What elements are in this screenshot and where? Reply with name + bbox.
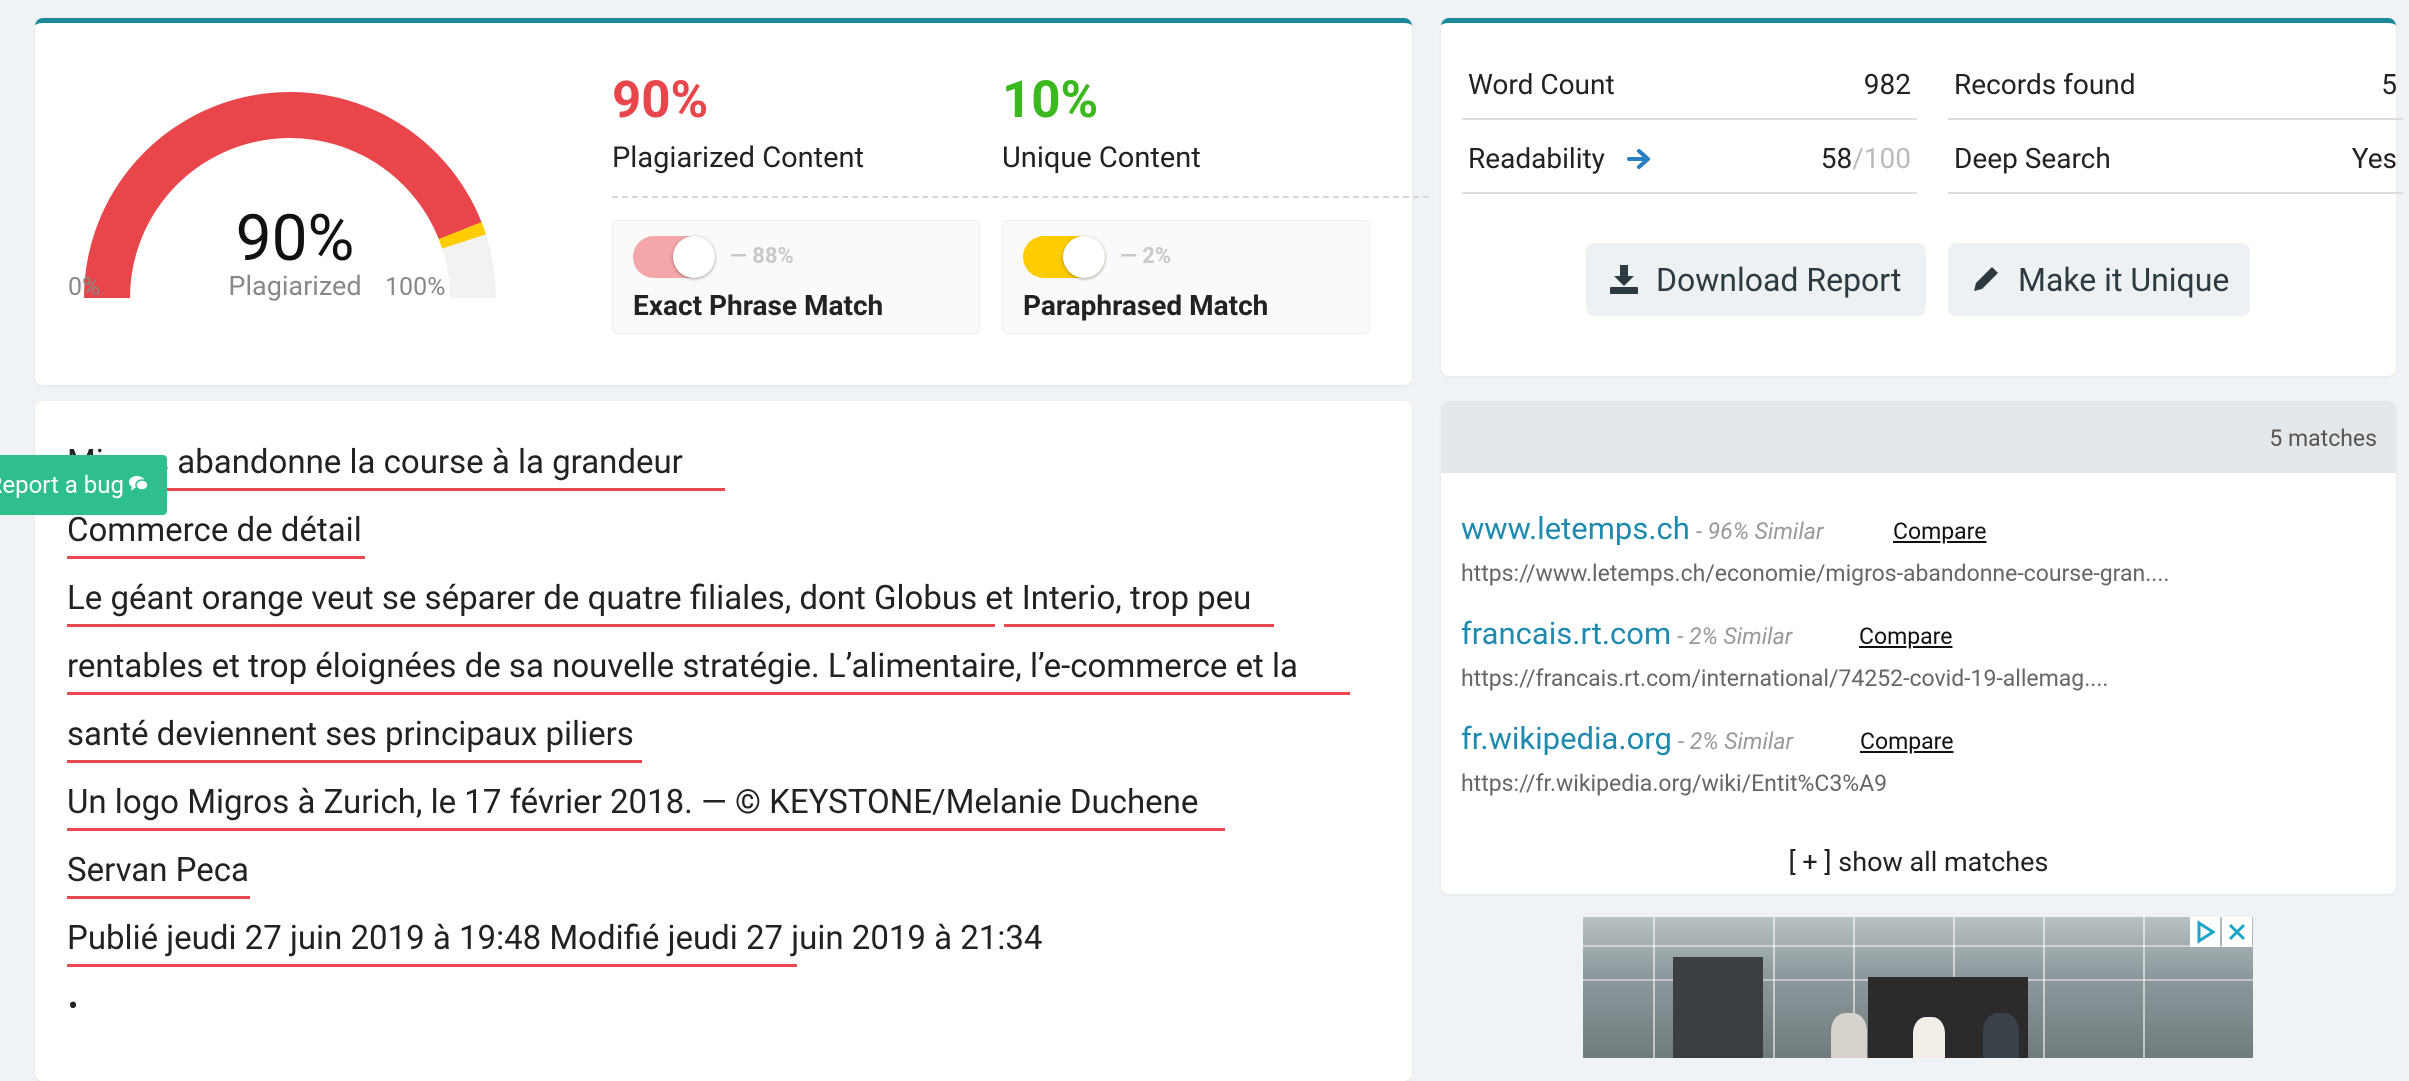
records-found-value: 5 [2381, 68, 2397, 101]
text-line: Publié jeudi 27 juin 2019 à 19:48 Modifi… [67, 919, 1043, 958]
match-underline [67, 692, 1350, 695]
text-line: Un logo Migros à Zurich, le 17 février 2… [67, 783, 1199, 822]
show-all-matches-link[interactable]: [ + ] show all matches [1441, 846, 2396, 878]
match-underline [67, 964, 797, 967]
plagiarism-summary-card: 90% Plagiarized 0% 100% 90% Plagiarized … [35, 18, 1429, 385]
advertisement-image[interactable] [1583, 917, 2253, 1058]
paraphrased-match-label: Paraphrased Match [1023, 289, 1269, 322]
ad-window-frame [2143, 917, 2145, 1058]
make-it-unique-button[interactable]: Make it Unique [1948, 243, 2250, 316]
match-similarity: - 2% Similar [1677, 623, 1793, 650]
match-similarity: - 96% Similar [1695, 518, 1824, 545]
paraphrased-match-toggle-box: — 2% Paraphrased Match [1002, 220, 1370, 334]
word-count-label: Word Count [1468, 68, 1615, 101]
match-url[interactable]: https://fr.wikipedia.org/wiki/Entit%C3%A… [1461, 770, 1887, 797]
match-underline [67, 760, 642, 763]
gauge-min-label: 0% [68, 273, 101, 302]
pencil-icon [1974, 267, 1998, 291]
gauge-fill-paraphrased [438, 222, 486, 249]
ad-sign [1673, 957, 1763, 1058]
report-bug-button[interactable]: Report a bug [0, 455, 167, 515]
readability-score: 58 [1820, 142, 1853, 175]
exact-match-toggle[interactable] [633, 236, 715, 278]
ad-person [1831, 1013, 1867, 1058]
make-it-unique-label: Make it Unique [2018, 261, 2230, 299]
match-underline [1004, 624, 1274, 627]
plagiarized-label: Plagiarized Content [612, 141, 864, 175]
match-underline [67, 896, 250, 899]
ad-window-frame [1583, 945, 2253, 947]
toggle-knob [673, 236, 715, 278]
text-line: Commerce de détail [67, 511, 362, 550]
match-similarity: - 2% Similar [1677, 728, 1794, 755]
match-underline [67, 624, 995, 627]
text-line: rentables et trop éloignées de sa nouvel… [67, 647, 1299, 686]
ad-person [1983, 1013, 2019, 1058]
exact-match-label: Exact Phrase Match [633, 289, 884, 322]
match-item: www.letemps.ch - 96% Similar Compare http… [1461, 510, 2361, 587]
adchoices-icon[interactable] [2190, 917, 2220, 947]
document-stats-card: Word Count 982 Records found 5 Readabili… [1441, 18, 2403, 376]
plagiarized-percent: 90% [612, 71, 709, 130]
word-count-stat: Word Count 982 [1462, 46, 1917, 120]
exact-match-toggle-box: — 88% Exact Phrase Match [612, 220, 980, 334]
readability-label: Readability [1468, 142, 1605, 175]
close-ad-icon[interactable] [2222, 917, 2252, 947]
ad-window-frame [1653, 917, 1655, 1058]
text-line: santé deviennent ses principaux piliers [67, 715, 634, 754]
report-bug-label: Report a bug [0, 471, 124, 499]
divider [612, 196, 1429, 198]
arrow-right-icon[interactable] [1627, 148, 1653, 170]
download-report-button[interactable]: Download Report [1586, 243, 1926, 316]
toggle-knob [1063, 236, 1105, 278]
matches-count: 5 matches [2269, 425, 2377, 452]
paraphrased-match-toggle[interactable] [1023, 236, 1105, 278]
match-domain-link[interactable]: fr.wikipedia.org [1461, 720, 1672, 757]
compare-link[interactable]: Compare [1893, 518, 1986, 545]
match-underline [708, 828, 1225, 831]
list-bullet: • [68, 989, 79, 1024]
paraphrased-match-percent: — 2% [1120, 244, 1172, 269]
compare-link[interactable]: Compare [1859, 623, 1952, 650]
compare-link[interactable]: Compare [1860, 728, 1953, 755]
word-count-value: 982 [1863, 68, 1911, 101]
deep-search-stat: Deep Search Yes [1948, 120, 2403, 194]
checked-text-card: Migros abandonne la course à la grandeur… [35, 401, 1412, 1081]
unique-label: Unique Content [1002, 141, 1201, 175]
download-report-label: Download Report [1656, 261, 1902, 299]
match-domain-link[interactable]: francais.rt.com [1461, 615, 1671, 652]
matches-card: 5 matches www.letemps.ch - 96% Similar Co… [1441, 401, 2396, 894]
text-line: Le géant orange veut se séparer de quatr… [67, 579, 1252, 618]
records-found-label: Records found [1954, 68, 2136, 101]
ad-window-frame [1773, 917, 1775, 1058]
match-item: francais.rt.com - 2% Similar Compare http… [1461, 615, 2361, 692]
unique-percent: 10% [1002, 71, 1099, 130]
deep-search-label: Deep Search [1954, 142, 2111, 175]
exact-match-percent: — 88% [730, 244, 794, 269]
gauge-max-label: 100% [385, 273, 446, 302]
readability-stat: Readability 58/100 [1462, 120, 1917, 194]
match-url[interactable]: https://francais.rt.com/international/74… [1461, 665, 2108, 692]
comments-icon [129, 476, 149, 491]
download-icon [1610, 265, 1638, 294]
gauge-percent: 90% [235, 201, 355, 276]
matches-header: 5 matches [1441, 401, 2396, 473]
match-underline [67, 556, 365, 559]
match-underline [67, 828, 732, 831]
deep-search-value: Yes [2351, 142, 2397, 175]
ad-person [1913, 1017, 1945, 1058]
text-line: Servan Peca [67, 851, 249, 890]
ad-window-frame [2043, 917, 2045, 1058]
readability-max: /100 [1852, 142, 1911, 175]
readability-value: 58/100 [1821, 142, 1911, 175]
match-item: fr.wikipedia.org - 2% Similar Compare htt… [1461, 720, 2361, 797]
match-url[interactable]: https://www.letemps.ch/economie/migros-a… [1461, 560, 2169, 587]
records-found-stat: Records found 5 [1948, 46, 2403, 120]
match-domain-link[interactable]: www.letemps.ch [1461, 510, 1690, 547]
